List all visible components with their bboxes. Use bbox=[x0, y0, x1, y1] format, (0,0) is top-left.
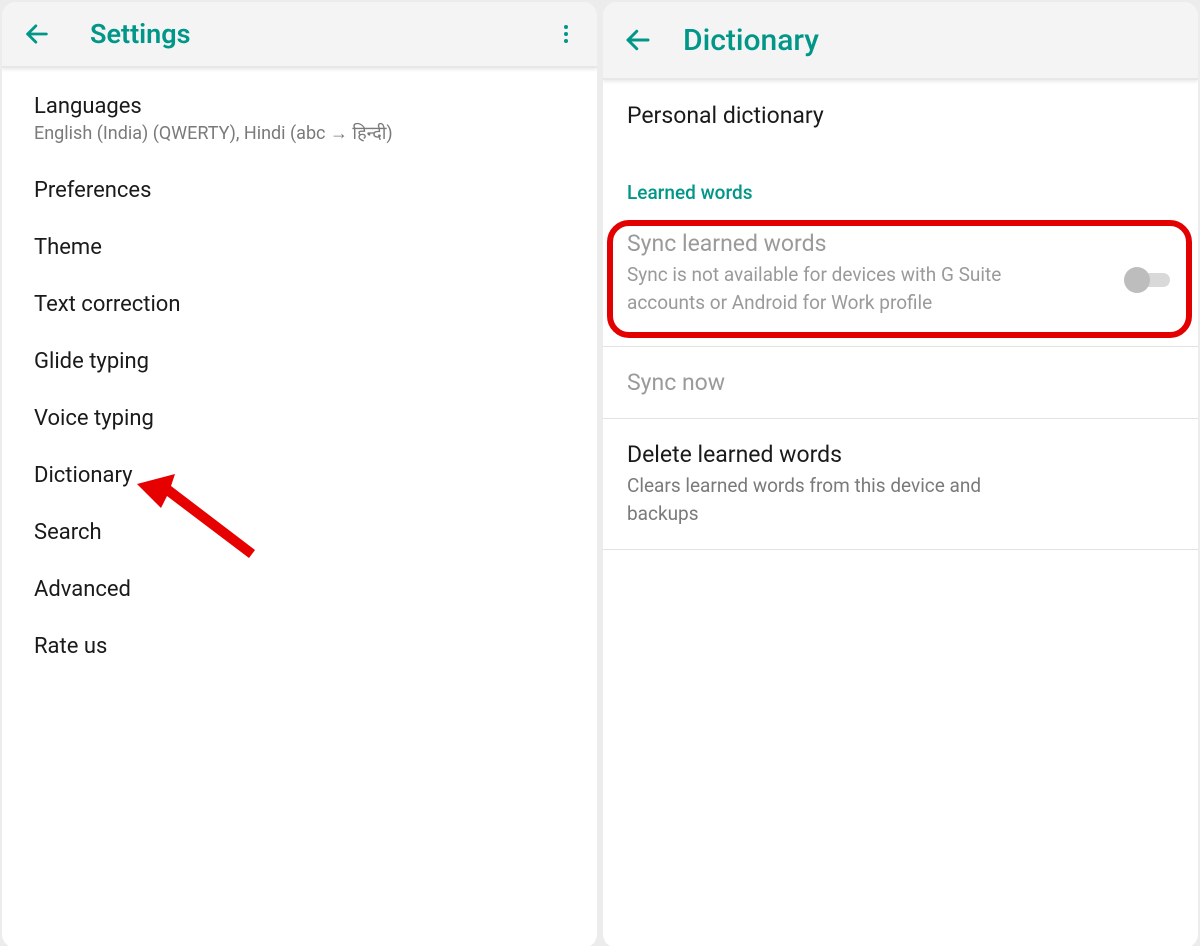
dictionary-title: Dictionary bbox=[683, 23, 819, 58]
settings-item-dictionary[interactable]: Dictionary bbox=[2, 447, 597, 504]
list-item-title: Theme bbox=[34, 235, 565, 260]
learned-words-section-header: Learned words bbox=[603, 151, 1198, 212]
list-item-title: Sync now bbox=[627, 369, 1174, 396]
list-item-title: Languages bbox=[34, 94, 565, 119]
list-item-title: Delete learned words bbox=[627, 441, 1174, 468]
list-item-subtitle: Sync is not available for devices with G… bbox=[627, 261, 1057, 316]
settings-appbar: Settings bbox=[2, 2, 597, 68]
list-item-title: Glide typing bbox=[34, 349, 565, 374]
settings-item-rate-us[interactable]: Rate us bbox=[2, 618, 597, 675]
list-item-title: Personal dictionary bbox=[627, 102, 1174, 129]
settings-title: Settings bbox=[90, 18, 191, 50]
list-item-title: Advanced bbox=[34, 577, 565, 602]
toggle-thumb bbox=[1124, 267, 1150, 293]
settings-item-voice-typing[interactable]: Voice typing bbox=[2, 390, 597, 447]
delete-learned-words-item[interactable]: Delete learned words Clears learned word… bbox=[603, 419, 1198, 549]
list-item-title: Text correction bbox=[34, 292, 565, 317]
settings-list: Languages English (India) (QWERTY), Hind… bbox=[2, 68, 597, 675]
list-item-title: Sync learned words bbox=[627, 230, 1174, 257]
dictionary-pane: Dictionary Personal dictionary Learned w… bbox=[603, 2, 1198, 948]
settings-item-search[interactable]: Search bbox=[2, 504, 597, 561]
back-arrow-icon[interactable] bbox=[20, 17, 54, 51]
personal-dictionary-item[interactable]: Personal dictionary bbox=[603, 80, 1198, 151]
settings-item-text-correction[interactable]: Text correction bbox=[2, 276, 597, 333]
list-item-title: Preferences bbox=[34, 178, 565, 203]
settings-item-preferences[interactable]: Preferences bbox=[2, 162, 597, 219]
list-item-title: Search bbox=[34, 520, 565, 545]
list-item-title: Dictionary bbox=[34, 463, 565, 488]
list-item-title: Voice typing bbox=[34, 406, 565, 431]
sync-learned-words-item: Sync learned words Sync is not available… bbox=[603, 212, 1198, 346]
list-item-subtitle: English (India) (QWERTY), Hindi (abc → ह… bbox=[34, 121, 565, 146]
sync-toggle bbox=[1124, 267, 1170, 291]
list-item-subtitle: Clears learned words from this device an… bbox=[627, 472, 1057, 527]
settings-item-glide-typing[interactable]: Glide typing bbox=[2, 333, 597, 390]
list-item-title: Rate us bbox=[34, 634, 565, 659]
dictionary-appbar: Dictionary bbox=[603, 2, 1198, 80]
back-arrow-icon[interactable] bbox=[621, 23, 655, 57]
settings-item-theme[interactable]: Theme bbox=[2, 219, 597, 276]
settings-item-languages[interactable]: Languages English (India) (QWERTY), Hind… bbox=[2, 78, 597, 162]
settings-pane: Settings Languages English (India) (QWER… bbox=[2, 2, 597, 948]
divider bbox=[603, 549, 1198, 550]
overflow-menu-icon[interactable] bbox=[549, 17, 583, 51]
sync-now-item: Sync now bbox=[603, 347, 1198, 418]
settings-item-advanced[interactable]: Advanced bbox=[2, 561, 597, 618]
